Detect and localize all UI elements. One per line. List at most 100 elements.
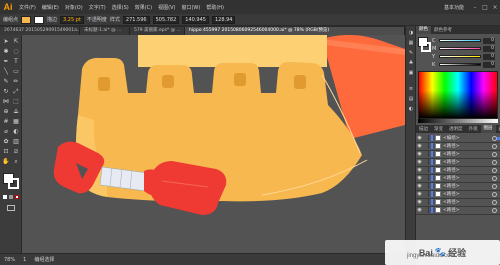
layer-row[interactable]: ◉ <路径>	[416, 191, 500, 199]
target-icon[interactable]	[492, 159, 497, 165]
doc-tab-active[interactable]: hippo 455997 20150806092546004000.ai* @ …	[185, 27, 405, 35]
layer-row[interactable]: ◉ <路径>	[416, 151, 500, 159]
close-icon[interactable]: ×	[490, 4, 500, 11]
target-icon[interactable]	[492, 143, 497, 149]
grayscale-ramp[interactable]	[418, 119, 498, 123]
slider-track[interactable]	[439, 39, 481, 42]
width-tool-icon[interactable]: ⋈	[2, 98, 10, 106]
shape-builder-tool-icon[interactable]: ⊕	[2, 108, 10, 116]
perspective-grid-tool-icon[interactable]: ⟁	[12, 108, 20, 116]
line-tool-icon[interactable]: ╲	[2, 68, 10, 76]
mesh-tool-icon[interactable]: #	[2, 118, 10, 126]
slider-m[interactable]: M 0	[432, 45, 498, 52]
selection-tool-icon[interactable]: ➤	[2, 38, 10, 46]
eye-icon[interactable]: ◉	[416, 159, 423, 165]
menu-effect[interactable]: 效果(C)	[132, 4, 155, 11]
eye-icon[interactable]: ◉	[416, 199, 423, 205]
direct-selection-tool-icon[interactable]: ⇱	[12, 38, 20, 46]
symbols-panel-icon[interactable]: ♣	[408, 60, 414, 66]
doc-tab[interactable]: 579 美丽家.eps* @ ...	[130, 27, 185, 35]
menu-select[interactable]: 选择(S)	[109, 4, 132, 11]
transparency-panel-icon[interactable]: ◐	[408, 106, 414, 112]
target-icon[interactable]	[492, 151, 497, 157]
tab-gradient[interactable]: 渐变	[431, 126, 446, 132]
menu-object[interactable]: 对象(O)	[62, 4, 86, 11]
stroke-swatch[interactable]	[34, 15, 45, 24]
target-icon[interactable]	[492, 199, 497, 205]
layer-row[interactable]: ◉ <路径>	[416, 143, 500, 151]
color-spectrum[interactable]	[418, 71, 498, 119]
tab-stroke[interactable]: 描边	[416, 126, 431, 132]
pen-tool-icon[interactable]: ✒	[2, 58, 10, 66]
eyedropper-tool-icon[interactable]: ⌀	[2, 128, 10, 136]
layer-row[interactable]: ◉ <路径>	[416, 167, 500, 175]
target-icon[interactable]	[492, 207, 497, 213]
target-icon[interactable]	[492, 175, 497, 181]
layer-row[interactable]: ◉ <路径>	[416, 183, 500, 191]
pencil-tool-icon[interactable]: ✏	[12, 78, 20, 86]
layer-row[interactable]: ◉ <路径>	[416, 159, 500, 167]
blend-tool-icon[interactable]: ◐	[12, 128, 20, 136]
eye-icon[interactable]: ◉	[416, 151, 423, 157]
maximize-icon[interactable]: □	[480, 4, 490, 11]
fill-swatch[interactable]	[21, 15, 32, 24]
rectangle-tool-icon[interactable]: ▭	[12, 68, 20, 76]
menu-view[interactable]: 视图(V)	[155, 4, 178, 11]
color-panel-icon[interactable]: ◑	[408, 30, 414, 36]
column-graph-tool-icon[interactable]: ▥	[12, 138, 20, 146]
eye-icon[interactable]: ◉	[416, 207, 423, 213]
none-mode-icon[interactable]	[15, 195, 19, 199]
artboard-number[interactable]: 1	[23, 257, 26, 263]
target-icon[interactable]	[492, 191, 497, 197]
tab-color[interactable]: 颜色	[416, 26, 431, 34]
slider-track[interactable]	[439, 55, 481, 58]
zoom-level[interactable]: 78%	[4, 257, 15, 263]
eye-icon[interactable]: ◉	[416, 135, 423, 141]
slider-y[interactable]: Y 0	[432, 53, 498, 60]
free-transform-tool-icon[interactable]: ⬚	[12, 98, 20, 106]
x-field[interactable]: 271.596	[122, 15, 150, 24]
menu-help[interactable]: 帮助(H)	[203, 4, 227, 11]
color-stroke-swatch[interactable]	[421, 42, 431, 52]
tab-layers[interactable]: 图层	[480, 125, 496, 133]
menu-window[interactable]: 窗口(W)	[178, 4, 203, 11]
doc-tab[interactable]: 未标题-1.ai* @ ...	[80, 27, 130, 35]
artboard-canvas[interactable]	[22, 35, 405, 253]
minimize-icon[interactable]: –	[470, 4, 480, 11]
eye-icon[interactable]: ◉	[416, 183, 423, 189]
slice-tool-icon[interactable]: ⧄	[12, 148, 20, 156]
slider-track[interactable]	[439, 47, 481, 50]
menu-type[interactable]: 文字(T)	[86, 4, 109, 11]
zoom-tool-icon[interactable]: ⌕	[12, 158, 20, 166]
tab-artboards[interactable]: 画板	[496, 126, 500, 132]
symbol-sprayer-tool-icon[interactable]: ✿	[2, 138, 10, 146]
stroke-color-icon[interactable]	[8, 178, 19, 189]
menu-file[interactable]: 文件(F)	[16, 4, 39, 11]
slider-c[interactable]: C 0	[432, 37, 498, 44]
gradient-tool-icon[interactable]: ▦	[12, 118, 20, 126]
eye-icon[interactable]: ◉	[416, 191, 423, 197]
target-icon[interactable]	[492, 183, 497, 189]
color-mode-icon[interactable]	[3, 195, 7, 199]
gradient-panel-icon[interactable]: ▤	[408, 96, 414, 102]
layer-row[interactable]: ◉ <路径>	[416, 199, 500, 207]
rotate-tool-icon[interactable]: ↻	[2, 88, 10, 96]
gradient-mode-icon[interactable]	[9, 195, 13, 199]
type-tool-icon[interactable]: T	[12, 58, 20, 66]
stroke-panel-icon[interactable]: ≡	[408, 86, 414, 92]
eye-icon[interactable]: ◉	[416, 175, 423, 181]
magic-wand-tool-icon[interactable]: ✱	[2, 48, 10, 56]
tab-transparency[interactable]: 透明度	[446, 126, 466, 132]
layer-row[interactable]: ◉ <编组>	[416, 135, 500, 143]
paintbrush-tool-icon[interactable]: ✎	[2, 78, 10, 86]
slider-track[interactable]	[439, 63, 481, 66]
slider-k[interactable]: K 0	[432, 61, 498, 68]
brushes-panel-icon[interactable]: ✎	[408, 50, 414, 56]
swatches-panel-icon[interactable]: ▦	[408, 40, 414, 46]
menu-edit[interactable]: 编辑(E)	[39, 4, 62, 11]
scale-tool-icon[interactable]: ⤢	[12, 88, 20, 96]
eye-icon[interactable]: ◉	[416, 143, 423, 149]
screen-mode-icon[interactable]	[7, 205, 15, 211]
stroke-weight-field[interactable]: 3.25 pt	[60, 15, 84, 24]
tab-appearance[interactable]: 外观	[466, 126, 481, 132]
